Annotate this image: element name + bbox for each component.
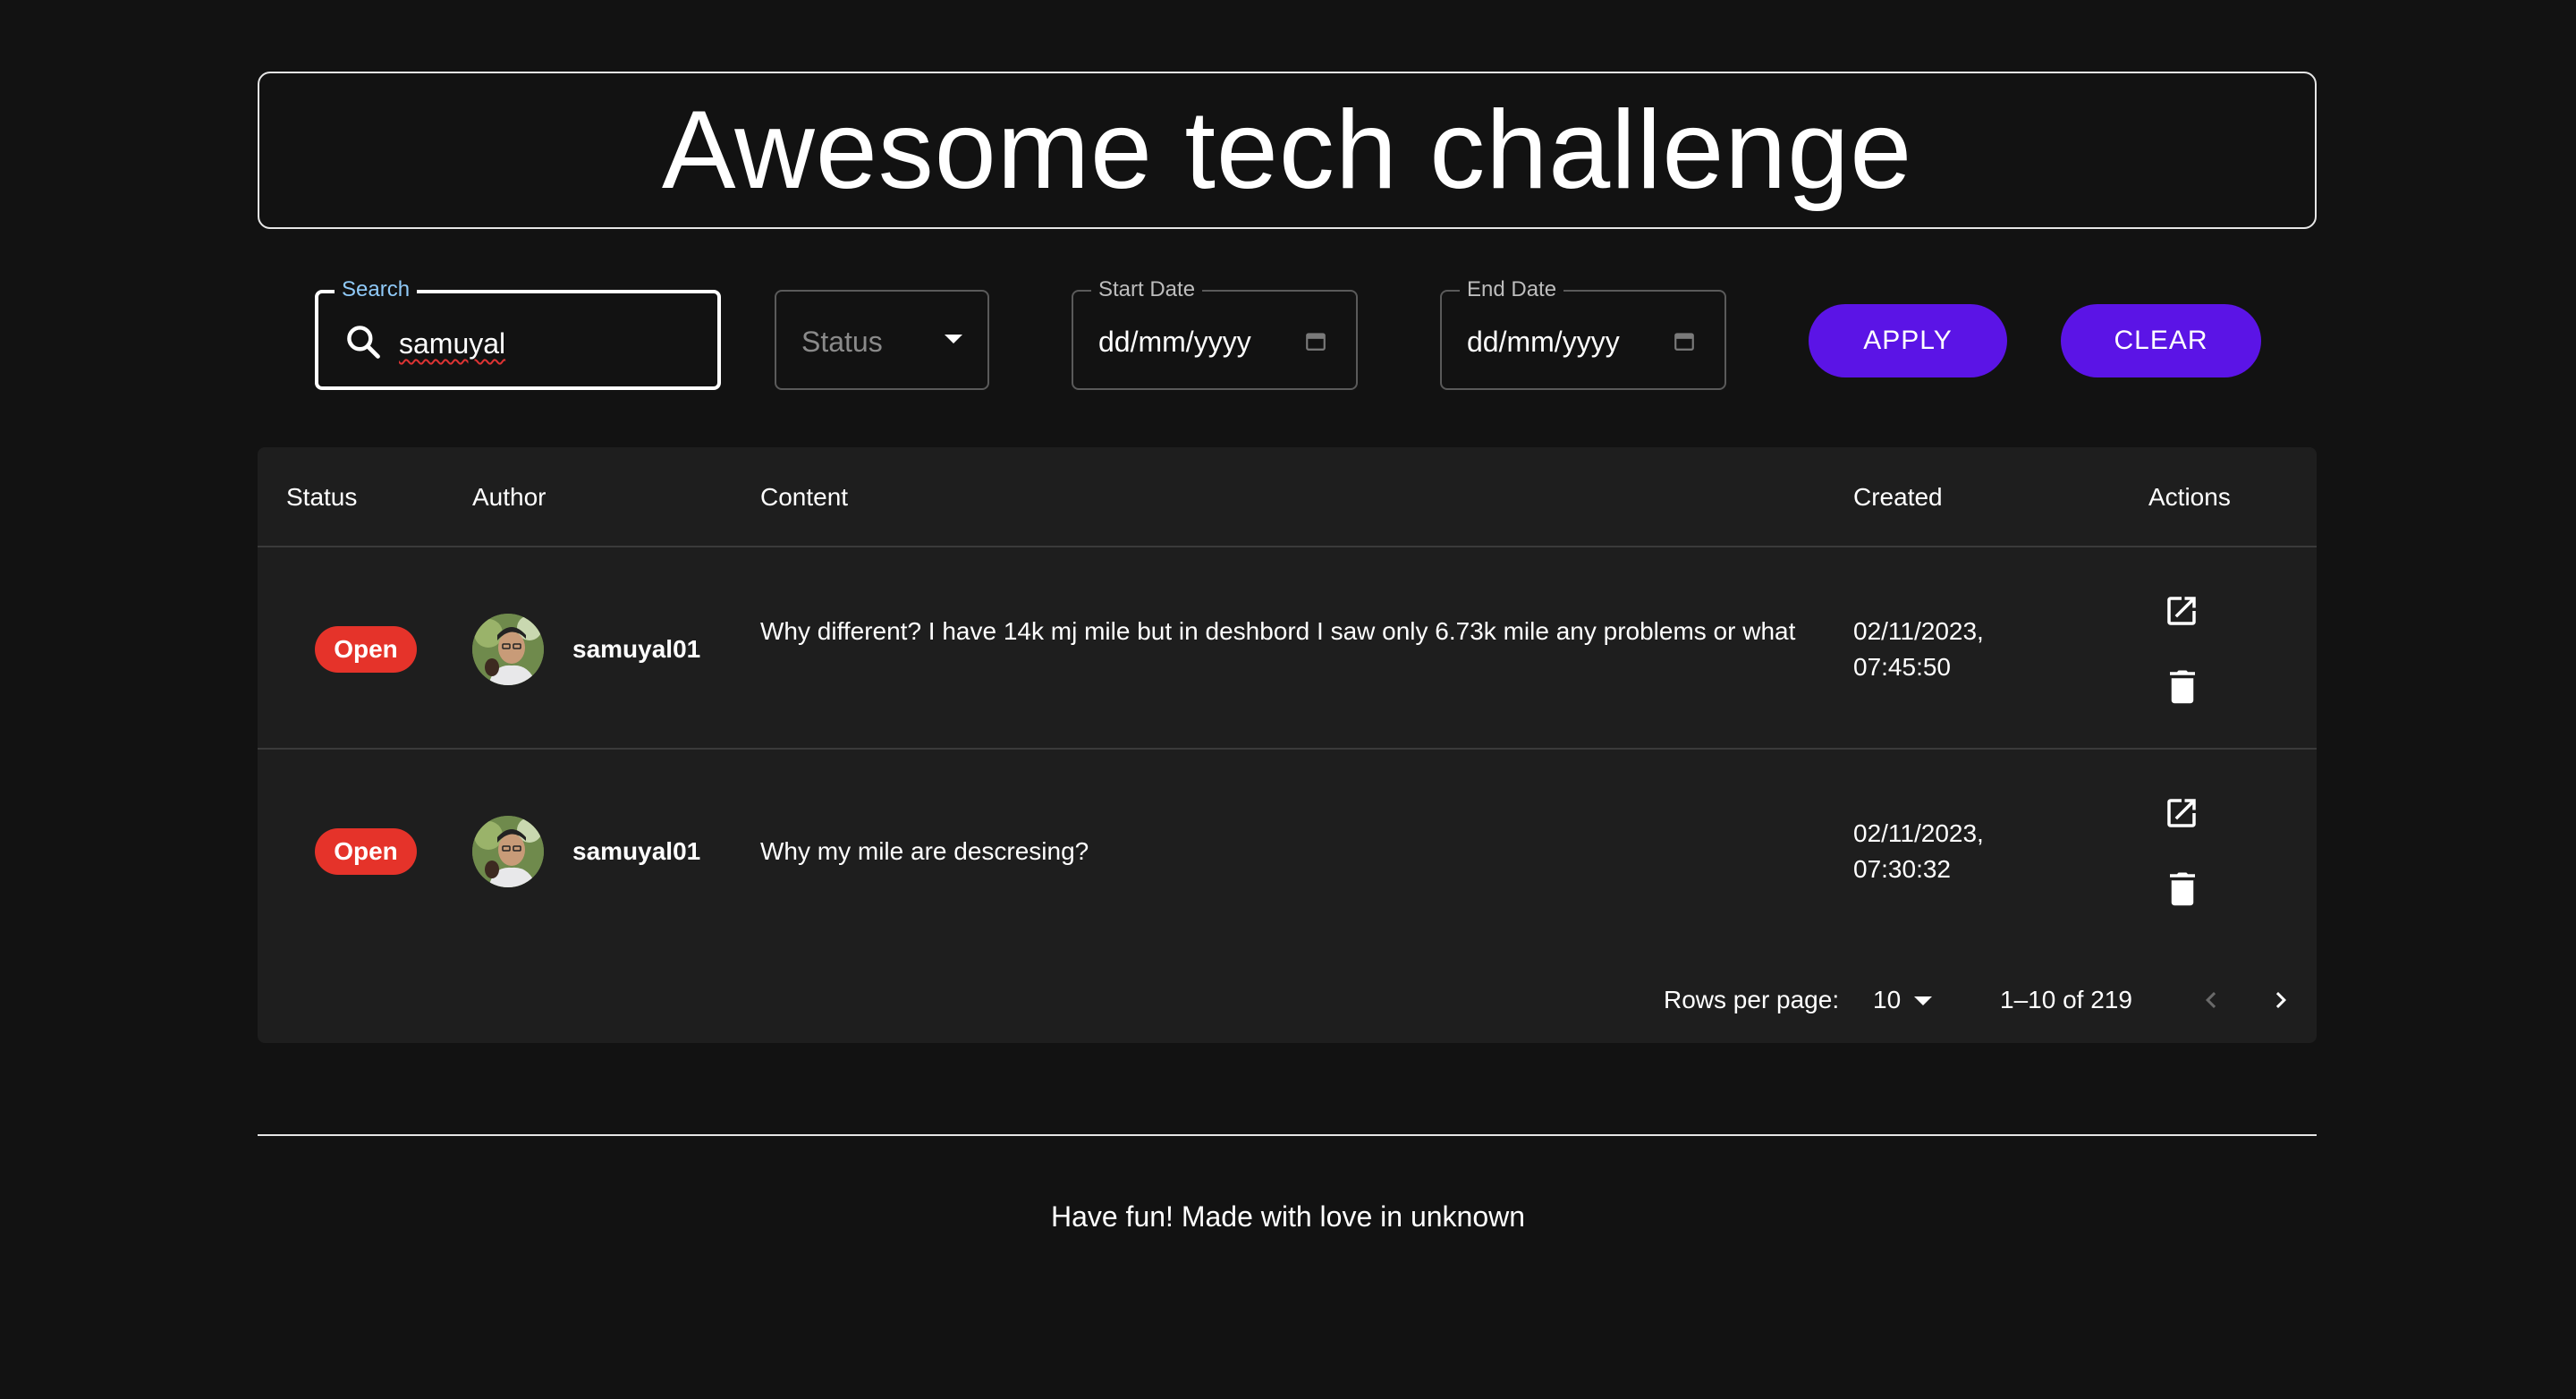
page-title: Awesome tech challenge	[661, 89, 1913, 212]
end-date-input[interactable]: dd/mm/yyyy	[1467, 324, 1620, 360]
arrow-drop-down-icon[interactable]	[1914, 996, 1932, 1005]
created-timestamp: 02/11/2023, 07:45:50	[1853, 614, 2032, 685]
search-field[interactable]: Search samuyal	[315, 277, 721, 390]
created-time: 07:30:32	[1853, 855, 1951, 883]
app-root: Awesome tech challenge Search samuyal St…	[0, 0, 2576, 1399]
created-date: 02/11/2023,	[1853, 617, 1984, 645]
table-row: Open samuyal01 Why different? I have 14k…	[258, 547, 2317, 750]
calendar-icon[interactable]	[1304, 329, 1327, 352]
footer-divider	[258, 1134, 2317, 1136]
pagination: Rows per page: 10 1–10 of 219	[258, 952, 2317, 1043]
column-header-actions: Actions	[2148, 483, 2231, 511]
rows-per-page-label: Rows per page:	[1664, 986, 1840, 1013]
author-name: samuyal01	[572, 635, 701, 663]
calendar-icon[interactable]	[1673, 329, 1696, 352]
title-banner: Awesome tech challenge	[258, 72, 2317, 229]
created-time: 07:45:50	[1853, 653, 1951, 681]
author-name: samuyal01	[572, 837, 701, 865]
column-header-author: Author	[472, 483, 547, 511]
start-date-input[interactable]: dd/mm/yyyy	[1098, 324, 1251, 360]
open-in-new-icon[interactable]	[2163, 592, 2200, 630]
trash-icon[interactable]	[2166, 667, 2199, 705]
apply-button[interactable]: APPLY	[1809, 304, 2007, 377]
table-row: Open samuyal01 Why my mile are descresin…	[258, 750, 2317, 952]
chevron-left-icon[interactable]	[2195, 984, 2227, 1016]
created-date: 02/11/2023,	[1853, 819, 1984, 847]
issues-table: Status Author Content Created Actions Op…	[258, 447, 2317, 1043]
column-header-status: Status	[286, 483, 358, 511]
end-date-field[interactable]: End Date dd/mm/yyyy	[1440, 277, 1726, 390]
rows-per-page-select[interactable]: 10	[1873, 984, 1901, 1016]
pagination-range: 1–10 of 219	[2000, 986, 2132, 1013]
status-select[interactable]: Status	[775, 290, 989, 390]
open-in-new-icon[interactable]	[2163, 794, 2200, 832]
search-input[interactable]: samuyal	[399, 326, 505, 361]
status-badge: Open	[315, 828, 417, 875]
start-date-field[interactable]: Start Date dd/mm/yyyy	[1072, 277, 1358, 390]
start-date-label: Start Date	[1091, 277, 1203, 302]
status-placeholder: Status	[801, 326, 883, 358]
content-text: Why different? I have 14k mj mile but in…	[760, 617, 1796, 645]
created-timestamp: 02/11/2023, 07:30:32	[1853, 816, 2032, 887]
avatar	[472, 816, 544, 887]
footer-text: Have fun! Made with love in unknown	[1050, 1200, 1526, 1233]
content-text: Why my mile are descresing?	[760, 837, 1089, 865]
end-date-label: End Date	[1460, 277, 1564, 302]
column-header-content: Content	[760, 483, 849, 511]
clear-button[interactable]: CLEAR	[2061, 304, 2261, 377]
chevron-right-icon[interactable]	[2265, 984, 2297, 1016]
trash-icon[interactable]	[2166, 869, 2199, 907]
avatar	[472, 614, 544, 685]
search-label: Search	[335, 277, 418, 302]
column-header-created: Created	[1853, 483, 1943, 511]
table-header: Status Author Content Created Actions	[258, 447, 2317, 547]
search-icon	[347, 326, 380, 359]
arrow-drop-down-icon	[945, 335, 962, 343]
status-badge: Open	[315, 626, 417, 673]
